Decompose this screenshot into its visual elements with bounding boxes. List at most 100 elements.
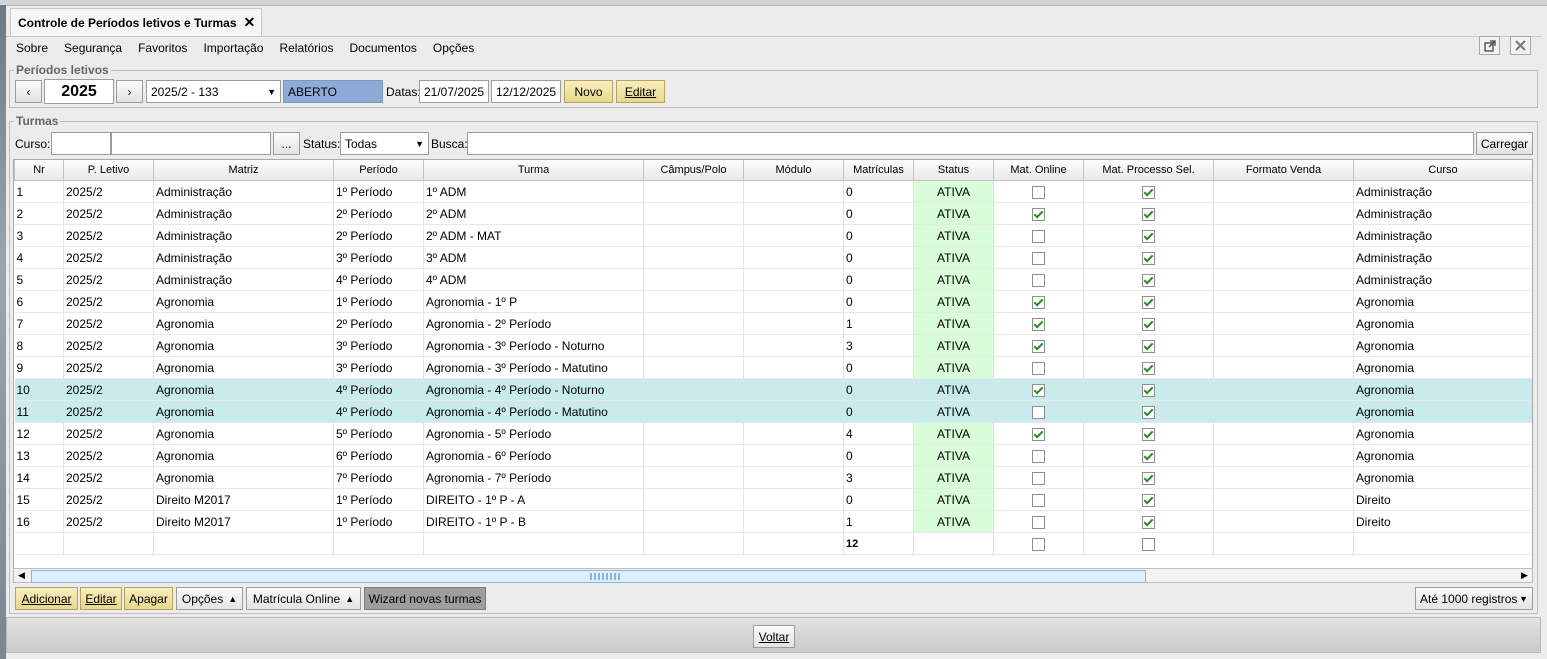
col-matriz[interactable]: Matriz — [153, 160, 334, 181]
checkbox[interactable] — [1032, 427, 1045, 441]
checkbox[interactable] — [1032, 185, 1045, 199]
menu-documentos[interactable]: Documentos — [350, 41, 417, 55]
editar-periodo-button[interactable]: Editar — [616, 80, 665, 103]
table-row[interactable]: 6 2025/2 Agronomia 1º Período Agronomia - 1º… — [14, 290, 1532, 313]
menu-opcoes[interactable]: Opções — [433, 41, 474, 55]
checkbox[interactable] — [1032, 471, 1045, 485]
close-icon[interactable]: ✕ — [244, 14, 256, 31]
checkbox[interactable] — [1032, 295, 1045, 309]
checkbox[interactable] — [1032, 515, 1045, 529]
close-window-icon[interactable] — [1510, 36, 1531, 55]
table-row[interactable]: 9 2025/2 Agronomia 3º Período Agronomia - 3º… — [14, 356, 1532, 379]
checkbox[interactable] — [1032, 383, 1045, 397]
menu-importacao[interactable]: Importação — [203, 41, 263, 55]
checkbox[interactable] — [1142, 405, 1155, 419]
menu-relatorios[interactable]: Relatórios — [279, 41, 333, 55]
checkbox[interactable] — [1142, 361, 1155, 375]
table-row[interactable]: 7 2025/2 Agronomia 2º Período Agronomia - 2º… — [14, 312, 1532, 335]
checkbox[interactable] — [1032, 317, 1045, 331]
registros-select[interactable]: Até 1000 registros ▼ — [1415, 587, 1533, 610]
col-pletivo[interactable]: P. Letivo — [63, 160, 154, 181]
checkbox[interactable] — [1142, 515, 1155, 529]
table-row[interactable]: 4 2025/2 Administração 3º Período 3º ADM 0 ATI… — [14, 246, 1532, 269]
carregar-button[interactable]: Carregar — [1476, 132, 1533, 155]
checkbox[interactable] — [1142, 427, 1155, 441]
col-status[interactable]: Status — [913, 160, 994, 181]
menu-seguranca[interactable]: Segurança — [64, 41, 122, 55]
table-row[interactable]: 8 2025/2 Agronomia 3º Período Agronomia - 3º… — [14, 334, 1532, 357]
checkbox[interactable] — [1142, 537, 1155, 551]
year-next-button[interactable]: › — [116, 80, 143, 103]
col-formato-venda[interactable]: Formato Venda — [1213, 160, 1354, 181]
checkbox[interactable] — [1142, 273, 1155, 287]
opcoes-button[interactable]: Opções ▲ — [176, 587, 243, 610]
year-field[interactable]: 2025 — [44, 79, 114, 104]
scroll-right-icon[interactable]: ▶ — [1517, 569, 1532, 582]
date-start-field[interactable]: 21/07/2025 — [419, 80, 489, 103]
curso-code-input[interactable] — [51, 132, 111, 155]
apagar-button[interactable]: Apagar — [124, 587, 173, 610]
col-periodo[interactable]: Período — [333, 160, 424, 181]
checkbox[interactable] — [1032, 537, 1045, 551]
checkbox[interactable] — [1032, 405, 1045, 419]
checkbox[interactable] — [1032, 339, 1045, 353]
popout-icon[interactable] — [1479, 36, 1500, 55]
curso-lookup-button[interactable]: ... — [273, 132, 300, 155]
checkbox[interactable] — [1032, 207, 1045, 221]
horizontal-scrollbar[interactable]: ◀ ▶ — [13, 568, 1533, 583]
status-select[interactable]: Todas ▼ — [340, 132, 429, 155]
checkbox[interactable] — [1142, 339, 1155, 353]
checkbox[interactable] — [1032, 273, 1045, 287]
checkbox[interactable] — [1032, 449, 1045, 463]
col-campus[interactable]: Câmpus/Polo — [643, 160, 744, 181]
table-row[interactable]: 15 2025/2 Direito M2017 1º Período DIREITO -… — [14, 488, 1532, 511]
table-row[interactable]: 16 2025/2 Direito M2017 1º Período DIREITO -… — [14, 510, 1532, 533]
col-mat-online[interactable]: Mat. Online — [993, 160, 1084, 181]
col-turma[interactable]: Turma — [423, 160, 644, 181]
period-select[interactable]: 2025/2 - 133 ▼ — [146, 80, 281, 103]
table-row[interactable]: 14 2025/2 Agronomia 7º Período Agronomia - 7… — [14, 466, 1532, 489]
checkbox[interactable] — [1142, 471, 1155, 485]
date-end-field[interactable]: 12/12/2025 — [491, 80, 561, 103]
menu-sobre[interactable]: Sobre — [16, 41, 48, 55]
checkbox[interactable] — [1032, 361, 1045, 375]
col-matriculas[interactable]: Matrículas — [843, 160, 914, 181]
table-row[interactable]: 11 2025/2 Agronomia 4º Período Agronomia - 4… — [14, 400, 1532, 423]
table-row[interactable]: 1 2025/2 Administração 1º Período 1º ADM 0 ATI… — [14, 180, 1532, 203]
checkbox[interactable] — [1032, 493, 1045, 507]
adicionar-button[interactable]: Adicionar — [15, 587, 78, 610]
table-row[interactable]: 5 2025/2 Administração 4º Período 4º ADM 0 ATI… — [14, 268, 1532, 291]
checkbox[interactable] — [1142, 251, 1155, 265]
editar-button[interactable]: Editar — [80, 587, 122, 610]
table-row[interactable]: 2 2025/2 Administração 2º Período 2º ADM 0 ATI… — [14, 202, 1532, 225]
menu-favoritos[interactable]: Favoritos — [138, 41, 187, 55]
checkbox[interactable] — [1142, 229, 1155, 243]
tab-controle-periodos[interactable]: Controle de Períodos letivos e Turmas ✕ — [10, 8, 262, 36]
table-row[interactable]: 13 2025/2 Agronomia 6º Período Agronomia - 6… — [14, 444, 1532, 467]
curso-name-input[interactable] — [111, 132, 271, 155]
col-nr[interactable]: Nr — [14, 160, 64, 181]
checkbox[interactable] — [1142, 493, 1155, 507]
wizard-button[interactable]: Wizard novas turmas — [364, 587, 486, 610]
table-row[interactable]: 10 2025/2 Agronomia 4º Período Agronomia - 4… — [14, 378, 1532, 401]
col-mat-processo[interactable]: Mat. Processo Sel. — [1083, 160, 1214, 181]
table-row[interactable]: 3 2025/2 Administração 2º Período 2º ADM - M… — [14, 224, 1532, 247]
checkbox[interactable] — [1142, 185, 1155, 199]
checkbox[interactable] — [1142, 449, 1155, 463]
novo-button[interactable]: Novo — [564, 80, 613, 103]
year-prev-button[interactable]: ‹ — [15, 80, 42, 103]
busca-input[interactable] — [467, 132, 1474, 155]
voltar-button[interactable]: Voltar — [753, 625, 795, 648]
scroll-thumb[interactable] — [31, 570, 1146, 583]
checkbox[interactable] — [1142, 383, 1155, 397]
scroll-left-icon[interactable]: ◀ — [14, 569, 29, 582]
checkbox[interactable] — [1032, 229, 1045, 243]
checkbox[interactable] — [1142, 295, 1155, 309]
checkbox[interactable] — [1142, 207, 1155, 221]
checkbox[interactable] — [1142, 317, 1155, 331]
checkbox[interactable] — [1032, 251, 1045, 265]
col-curso[interactable]: Curso — [1353, 160, 1532, 181]
table-row[interactable]: 12 2025/2 Agronomia 5º Período Agronomia - 5… — [14, 422, 1532, 445]
col-modulo[interactable]: Módulo — [743, 160, 844, 181]
matricula-online-button[interactable]: Matrícula Online ▲ — [246, 587, 361, 610]
